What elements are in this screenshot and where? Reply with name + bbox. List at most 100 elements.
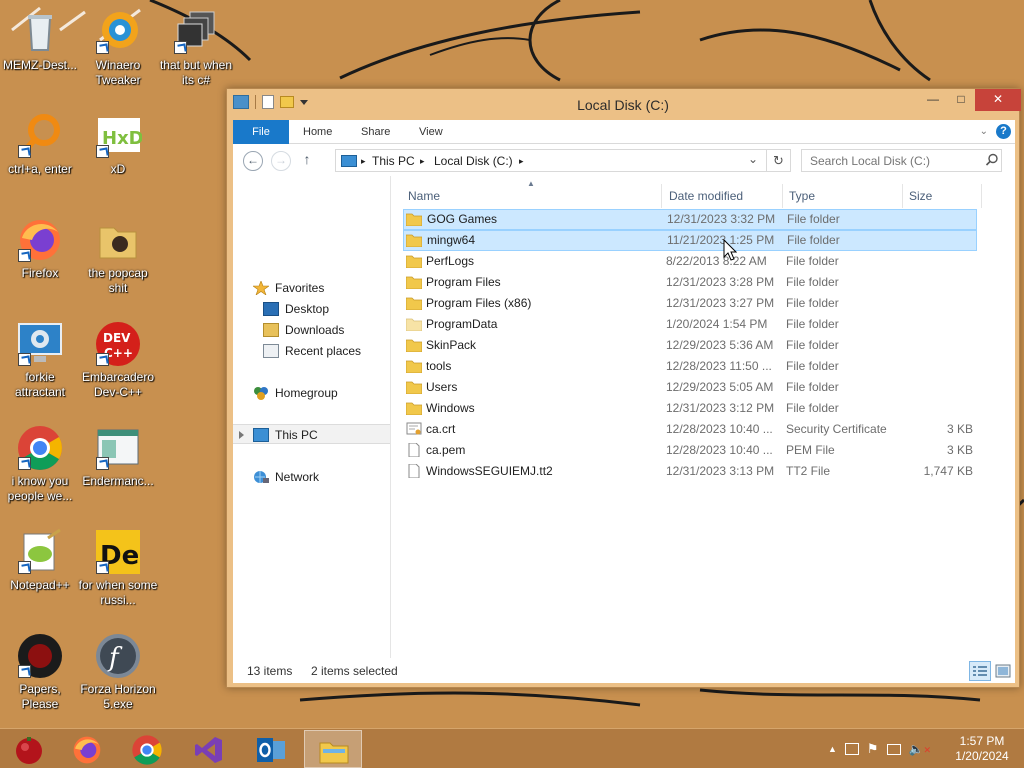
file-row[interactable]: ca.pem 12/28/2023 10:40 ... PEM File 3 KB [403,440,977,461]
taskbar-firefox[interactable] [58,730,116,768]
file-date: 12/28/2023 10:40 ... [666,443,773,457]
taskbar-outlook[interactable] [242,730,300,768]
desktop-icon-endermanch[interactable]: Endermanc... [78,424,158,489]
desktop-icon-popcap[interactable]: the popcap shit [78,216,158,296]
firefox-icon [73,736,101,764]
start-button[interactable] [0,730,58,768]
column-divider[interactable] [661,184,662,208]
address-bar[interactable]: ▸ This PC ▸ Local Disk (C:) ▸ ⌄ [335,149,767,172]
nav-network[interactable]: Network [233,467,390,487]
tab-share[interactable]: Share [347,120,404,144]
maximize-button[interactable]: □ [947,89,975,111]
help-icon[interactable]: ? [996,124,1011,139]
forward-button[interactable]: → [271,151,291,171]
column-divider[interactable] [981,184,982,208]
expand-arrow-icon[interactable] [239,431,244,439]
file-explorer-window[interactable]: Local Disk (C:) — □ ✕ File Home Share Vi… [226,88,1021,688]
file-row[interactable]: mingw64 11/21/2023 1:25 PM File folder [403,230,977,251]
file-row[interactable]: WindowsSEGUIEMJ.tt2 12/31/2023 3:13 PM TT2… [403,461,977,482]
desktop-icon-notepadpp[interactable]: Notepad++ [0,528,80,593]
up-button[interactable]: ↑ [299,151,315,171]
network-icon[interactable] [844,743,859,755]
file-name: GOG Games [427,212,498,226]
close-button[interactable]: ✕ [975,89,1021,111]
desktop-icon-forza[interactable]: f Forza Horizon 5.exe [78,632,158,712]
desktop-icon-firefox[interactable]: Firefox [0,216,80,281]
file-row[interactable]: Program Files 12/31/2023 3:28 PM File fold… [403,272,977,293]
desktop-icon-winaero[interactable]: Winaero Tweaker [78,8,158,88]
file-row[interactable]: Program Files (x86) 12/31/2023 3:27 PM Fil… [403,293,977,314]
column-header-size[interactable]: Size [909,189,932,203]
desktop-icon-chrome[interactable]: i know you people we... [0,424,80,504]
nav-downloads[interactable]: Downloads [233,320,390,340]
flag-icon[interactable]: ⚑ [867,741,879,757]
shortcut-arrow-icon [96,353,109,366]
details-view-icon [973,666,987,676]
taskbar-chrome[interactable] [118,730,176,768]
minimize-button[interactable]: — [919,89,947,111]
breadcrumb-local-disk[interactable]: Local Disk (C:) [434,154,513,168]
desktop-icon-label: Endermanc... [82,474,154,488]
de-icon: De [94,528,142,576]
file-type: File folder [786,338,839,352]
file-row[interactable]: ca.crt 12/28/2023 10:40 ... Security Certi… [403,419,977,440]
nav-recent-places[interactable]: Recent places [233,341,390,361]
file-row[interactable]: SkinPack 12/29/2023 5:36 AM File folder [403,335,977,356]
star-icon [253,281,269,295]
desktop-icon-forkie[interactable]: forkie attractant [0,320,80,400]
nav-favorites[interactable]: Favorites [233,278,390,298]
desktop-icon-papers-please[interactable]: Papers, Please [0,632,80,712]
volume-muted-icon[interactable]: 🔈✕ [909,742,932,756]
column-divider[interactable] [902,184,903,208]
desktop-icon-that-but-when[interactable]: that but when its c# [156,8,236,88]
settings-monitor-icon [16,320,64,368]
nav-homegroup[interactable]: Homegroup [233,383,390,403]
outlook-icon [257,738,285,762]
large-icons-view-icon[interactable] [995,663,1011,679]
desktop-folder-icon [263,302,279,316]
desktop-icon-de[interactable]: De for when some russi... [78,528,158,608]
column-header-type[interactable]: Type [789,189,815,203]
tab-home[interactable]: Home [289,120,346,144]
column-divider[interactable] [782,184,783,208]
clock[interactable]: 1:57 PM 1/20/2024 [945,734,1019,764]
navigation-pane[interactable]: Favorites Desktop Downloads Recent place… [233,176,391,658]
desktop-icon-ctrl-a-enter[interactable]: ctrl+a, enter [0,112,80,177]
title-bar[interactable]: Local Disk (C:) — □ ✕ [227,89,1021,119]
file-row[interactable]: ProgramData 1/20/2024 1:54 PM File folder [403,314,977,335]
column-header-date[interactable]: Date modified [669,189,743,203]
file-name: tools [426,359,452,373]
breadcrumb-this-pc[interactable]: This PC [372,154,415,168]
nav-this-pc[interactable]: This PC [233,424,390,444]
folder-icon [94,216,142,264]
file-list[interactable]: ▲ Name Date modified Type Size GOG Games… [391,176,1015,658]
taskbar-file-explorer[interactable] [304,730,362,768]
desktop-icon-memz[interactable]: MEMZ-Dest... [0,8,80,73]
expand-ribbon-icon[interactable]: ⌄ [980,126,988,137]
file-row[interactable]: Windows 12/31/2023 3:12 PM File folder [403,398,977,419]
file-row[interactable]: Users 12/29/2023 5:05 AM File folder [403,377,977,398]
show-hidden-icon[interactable]: ▲ [828,744,837,754]
details-view-button[interactable] [969,661,991,681]
file-row[interactable]: tools 12/28/2023 11:50 ... File folder [403,356,977,377]
file-row[interactable]: GOG Games 12/31/2023 3:32 PM File folder [403,209,977,230]
desktop-icon-xd[interactable]: HxD xD [78,112,158,177]
search-icon[interactable] [985,153,999,167]
desktop-icon-devcpp[interactable]: DEV C++ Embarcadero Dev-C++ [78,320,158,400]
file-name: Windows [426,401,475,415]
magnifier-icon [16,112,64,160]
taskbar-visual-studio[interactable] [180,730,238,768]
tab-view[interactable]: View [405,120,457,144]
shortcut-arrow-icon [18,561,31,574]
refresh-button[interactable]: ↻ [767,149,791,172]
printer-icon[interactable] [886,743,901,755]
desktop-icon-label: Papers, Please [19,682,61,711]
column-header-name[interactable]: Name [408,189,440,203]
address-history-chevron-icon[interactable]: ⌄ [748,152,758,166]
file-row[interactable]: PerfLogs 8/22/2013 8:22 AM File folder [403,251,977,272]
nav-desktop[interactable]: Desktop [233,299,390,319]
back-button[interactable]: ← [243,151,263,171]
breadcrumb-separator-icon: ▸ [361,156,366,166]
search-input[interactable] [801,149,1002,172]
tab-file[interactable]: File [233,120,289,144]
